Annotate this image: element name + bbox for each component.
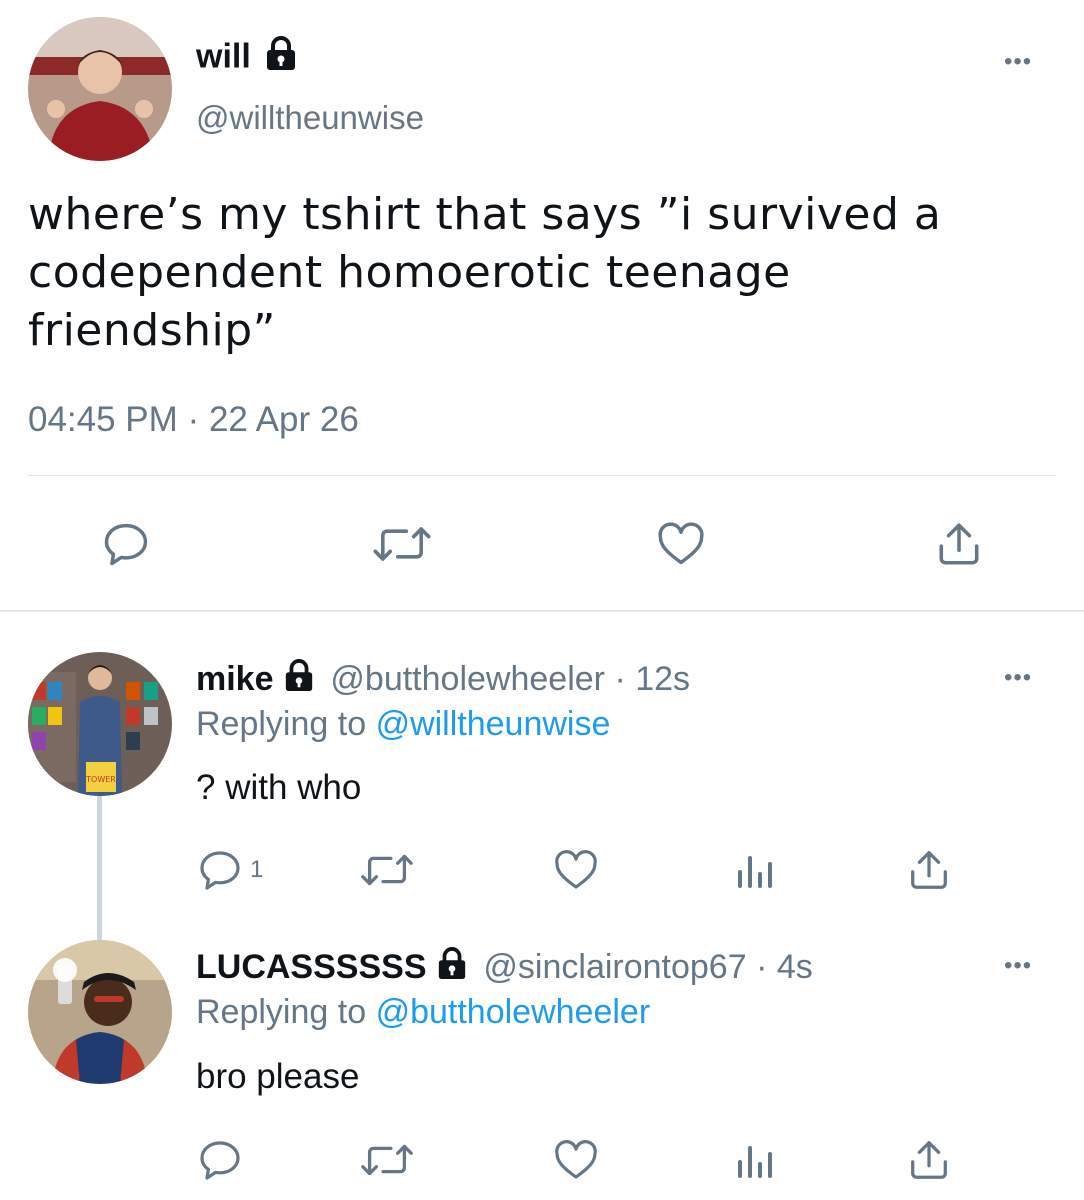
retweet-button[interactable]	[370, 518, 434, 570]
reply-age[interactable]: 4s	[777, 948, 813, 986]
retweet-button[interactable]	[358, 846, 416, 894]
analytics-icon	[738, 1146, 772, 1178]
more-options-icon[interactable]: •••	[1004, 50, 1032, 74]
avatar-lucas[interactable]	[28, 940, 172, 1084]
retweet-icon	[361, 1144, 413, 1176]
replying-to-label: Replying to	[196, 993, 367, 1031]
share-icon	[911, 851, 947, 889]
retweet-button[interactable]	[358, 1136, 416, 1184]
reply-author-name[interactable]: LUCASSSSSS	[196, 948, 427, 986]
reply-author-handle[interactable]: @sinclairontop67	[483, 948, 746, 986]
share-icon	[911, 1141, 947, 1179]
reply-text: bro please	[196, 1057, 360, 1096]
more-options-icon[interactable]: •••	[1004, 954, 1032, 978]
analytics-button[interactable]	[734, 846, 774, 894]
separator-dot: ·	[187, 400, 200, 439]
separator-dot: ·	[756, 948, 768, 986]
heart-icon	[555, 850, 597, 889]
share-button[interactable]	[906, 846, 952, 894]
timestamp[interactable]: 04:45 PM · 22 Apr 26	[28, 398, 359, 442]
reply-button[interactable]	[196, 1136, 244, 1184]
tweet-text-line: codependent homoerotic teenage	[28, 247, 791, 298]
svg-text:TOWER: TOWER	[85, 775, 116, 784]
section-divider	[0, 610, 1084, 612]
reply-button[interactable]: 1	[196, 846, 263, 894]
thread-line	[97, 795, 102, 940]
tweet-date: 22 Apr 26	[208, 400, 359, 439]
tweet-time: 04:45 PM	[28, 400, 178, 439]
like-button[interactable]	[552, 846, 600, 894]
share-icon	[939, 523, 979, 565]
author-name[interactable]: will	[196, 37, 251, 75]
lock-icon	[436, 947, 468, 991]
heart-icon	[555, 1140, 597, 1179]
author-handle[interactable]: @willtheunwise	[196, 98, 424, 138]
reply-button[interactable]	[100, 518, 152, 570]
more-options-icon[interactable]: •••	[1004, 666, 1032, 690]
reply-text: ? with who	[196, 768, 362, 807]
reply-count: 1	[250, 856, 264, 883]
reply-age[interactable]: 12s	[635, 660, 690, 698]
avatar-will[interactable]	[28, 17, 172, 161]
replying-to-link[interactable]: @buttholewheeler	[376, 993, 651, 1031]
separator-dot: ·	[614, 660, 626, 698]
reply-author-handle[interactable]: @buttholewheeler	[330, 660, 605, 698]
analytics-icon	[738, 856, 772, 888]
share-button[interactable]	[934, 518, 984, 570]
analytics-button[interactable]	[734, 1136, 774, 1184]
lock-icon	[264, 36, 298, 81]
retweet-icon	[361, 854, 413, 886]
like-button[interactable]	[654, 518, 708, 570]
tweet-text-line: friendship”	[28, 305, 276, 356]
reply-icon	[104, 523, 148, 566]
reply-author-name[interactable]: mike	[196, 660, 274, 698]
retweet-icon	[373, 527, 431, 561]
lock-icon	[283, 659, 315, 703]
heart-icon	[658, 522, 704, 565]
replying-to-label: Replying to	[196, 705, 367, 743]
tweet-text: where’s my tshirt that says ”i survived …	[28, 186, 1058, 360]
tweet-text-line: where’s my tshirt that says ”i survived …	[28, 189, 942, 240]
share-button[interactable]	[906, 1136, 952, 1184]
like-button[interactable]	[552, 1136, 600, 1184]
divider	[28, 475, 1056, 476]
avatar-mike[interactable]: TOWER	[28, 652, 172, 796]
replying-to-link[interactable]: @willtheunwise	[376, 705, 611, 743]
reply-icon	[200, 851, 240, 890]
reply-icon	[200, 1141, 240, 1180]
